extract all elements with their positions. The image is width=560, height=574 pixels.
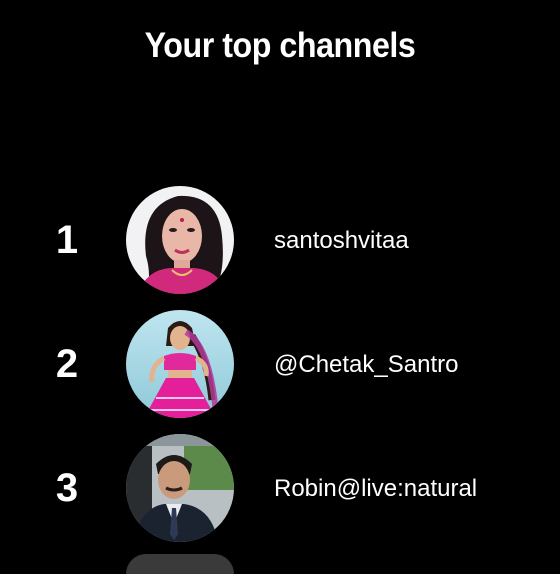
channel-row-1[interactable]: 1 santoshvitaa (0, 186, 560, 296)
channel-avatar[interactable] (126, 310, 234, 418)
channel-row-2[interactable]: 2 @Chetak_Santro (0, 310, 560, 420)
next-channel-avatar-partial (126, 554, 234, 574)
rank-number: 3 (55, 466, 79, 510)
channel-name[interactable]: Robin@live:natural (274, 474, 477, 504)
rank-number: 2 (55, 342, 79, 386)
channel-avatar[interactable] (126, 434, 234, 542)
channel-avatar[interactable] (126, 186, 234, 294)
channel-name[interactable]: santoshvitaa (274, 226, 409, 256)
channel-row-3[interactable]: 3 Robin@live:natural (0, 434, 560, 544)
rank-number: 1 (55, 218, 79, 262)
page-title: Your top channels (144, 26, 416, 65)
channel-name[interactable]: @Chetak_Santro (274, 350, 458, 380)
